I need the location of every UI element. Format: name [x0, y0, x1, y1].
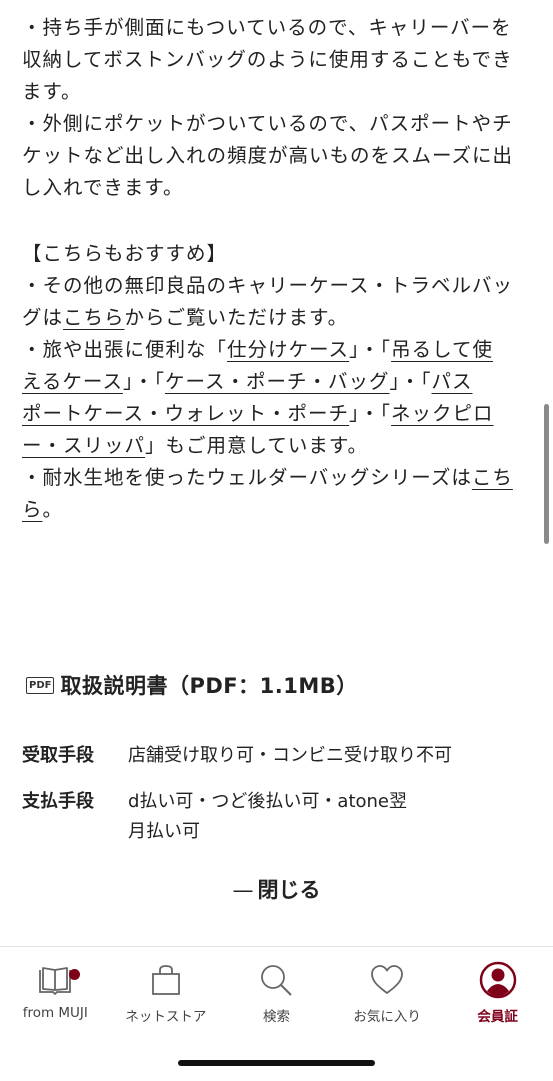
- dash-icon: —: [232, 878, 254, 902]
- bullet-handle-line3: ます。: [22, 80, 82, 103]
- link-passport-case[interactable]: パス: [432, 370, 473, 393]
- spec-label: 受取手段: [22, 745, 94, 766]
- close-label: 閉じる: [257, 878, 321, 902]
- rec-travel-line2: えるケース」・「ケース・ポーチ・バッグ」・「パス: [22, 370, 473, 393]
- link-welder-bag-cont[interactable]: ら: [22, 498, 43, 521]
- tab-member-card[interactable]: 会員証: [443, 961, 553, 1025]
- manual-pdf-link[interactable]: PDF 取扱説明書（PDF：1.1MB）: [26, 670, 358, 700]
- pdf-icon: PDF: [26, 676, 55, 694]
- heart-icon: [371, 965, 403, 994]
- link-welder-bag[interactable]: こち: [472, 466, 513, 489]
- close-button[interactable]: — 閉じる: [0, 874, 553, 904]
- link-neck-pillow[interactable]: ネックピロ: [391, 402, 494, 425]
- recommend-heading: 【こちらもおすすめ】: [22, 242, 228, 265]
- product-description: ・持ち手が側面にもついているので、キャリーバーを 収納してボストンバッグのように…: [22, 12, 522, 526]
- tab-label: ネットストア: [125, 1009, 207, 1025]
- tab-from-muji[interactable]: from MUJI: [0, 961, 110, 1025]
- tab-search[interactable]: 検索: [221, 961, 331, 1025]
- rec-welder-line1: ・耐水生地を使ったウェルダーバッグシリーズはこち: [22, 466, 513, 489]
- link-neck-pillow-cont[interactable]: ー・スリッパ: [22, 434, 145, 457]
- manual-title: 取扱説明書（PDF：1.1MB）: [60, 674, 358, 698]
- tab-favorites[interactable]: お気に入り: [332, 961, 442, 1025]
- tab-net-store[interactable]: ネットストア: [111, 961, 221, 1025]
- tab-label: from MUJI: [22, 1005, 88, 1021]
- bullet-pocket-line1: ・外側にポケットがついているので、パスポートやチ: [22, 112, 513, 135]
- rec-welder-line2: ら。: [22, 498, 64, 521]
- link-other-cases[interactable]: こちら: [63, 306, 125, 329]
- spec-label: 支払手段: [22, 791, 94, 812]
- bullet-handle-line2: 収納してボストンバッグのように使用することもでき: [22, 48, 513, 71]
- tab-label: お気に入り: [353, 1009, 421, 1025]
- rec-travel-line1: ・旅や出張に便利な「仕分けケース」・「吊るして使: [22, 338, 493, 361]
- rec-other-line1: ・その他の無印良品のキャリーケース・トラベルバッ: [22, 274, 514, 297]
- scrollbar[interactable]: [544, 404, 549, 544]
- spec-value: 店舗受け取り可・コンビニ受け取り不可: [128, 745, 452, 766]
- spec-row-payment: 支払手段 d払い可・つど後払い可・atone翌月払い可: [22, 787, 422, 847]
- rec-other-line2: グはこちらからご覧いただけます。: [22, 306, 349, 329]
- bullet-pocket-line2: ケットなど出し入れの頻度が高いものをスムーズに出: [22, 144, 514, 167]
- rec-travel-line4: ー・スリッパ」もご用意しています。: [22, 434, 368, 457]
- tab-label: 会員証: [477, 1009, 518, 1025]
- spec-row-receive: 受取手段 店舗受け取り可・コンビニ受け取り不可: [22, 741, 522, 771]
- search-icon: [261, 965, 293, 996]
- member-card-icon: [479, 961, 516, 999]
- shopping-bag-icon: [151, 965, 180, 995]
- link-case-pouch-bag[interactable]: ケース・ポーチ・バッグ: [165, 370, 390, 393]
- home-indicator: [178, 1060, 375, 1066]
- rec-travel-line3: ポートケース・ウォレット・ポーチ」・「ネックピロ: [22, 402, 494, 425]
- notification-dot: [69, 969, 81, 980]
- bullet-handle-line1: ・持ち手が側面にもついているので、キャリーバーを: [22, 16, 512, 39]
- bullet-pocket-line3: し入れできます。: [22, 176, 184, 199]
- link-hanging-case[interactable]: 吊るして使: [391, 338, 493, 361]
- link-hanging-case-cont[interactable]: えるケース: [22, 370, 123, 393]
- spec-value: d払い可・つど後払い可・atone翌月払い可: [128, 791, 408, 842]
- tab-label: 検索: [262, 1009, 290, 1025]
- link-passport-case-cont[interactable]: ポートケース・ウォレット・ポーチ: [22, 402, 349, 425]
- book-icon: [39, 967, 72, 995]
- link-shiwake-case[interactable]: 仕分けケース: [227, 338, 349, 361]
